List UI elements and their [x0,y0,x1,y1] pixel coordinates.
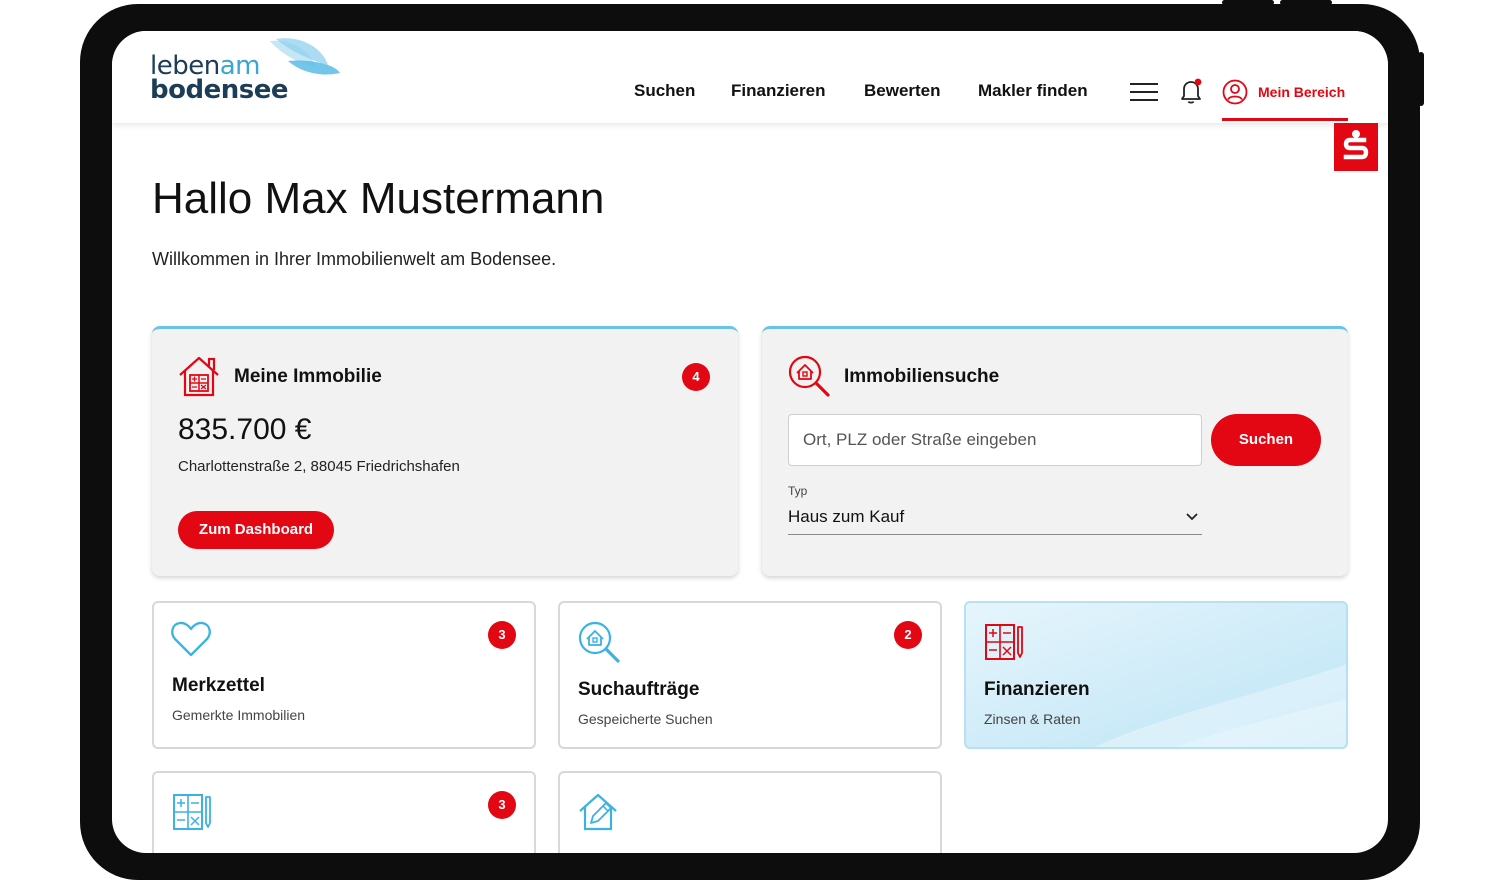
property-address: Charlottenstraße 2, 88045 Friedrichshafe… [178,458,460,475]
tile-merkzettel-title: Merkzettel [172,675,265,696]
house-calculator-icon [179,356,219,397]
account-active-underline [1222,118,1348,121]
tile-calculator-badge: 3 [488,791,516,819]
my-property-title: Meine Immobilie [234,366,382,387]
tablet-screen: lebenam bodensee Suchen Finanzieren Bewe… [112,31,1388,853]
sparkasse-s-icon[interactable] [1334,123,1378,171]
nav-item-makler-finden[interactable]: Makler finden [978,81,1088,101]
tile-calculator[interactable]: 3 [152,771,536,853]
type-label: Typ [788,484,808,498]
bell-icon[interactable] [1178,77,1204,105]
tile-house-edit[interactable] [558,771,942,853]
tile-merkzettel-subtitle: Gemerkte Immobilien [172,707,306,723]
type-select-value: Haus zum Kauf [788,507,905,526]
page-subtitle: Willkommen in Ihrer Immobilienwelt am Bo… [152,249,557,269]
sparkasse-logo-glyph [1343,130,1369,160]
tile-suchauftraege-subtitle: Gespeicherte Suchen [578,711,713,727]
heart-icon [171,621,211,657]
site-header: lebenam bodensee Suchen Finanzieren Bewe… [112,31,1388,123]
house-edit-icon [579,793,617,831]
logo-text-line2: bodensee [150,75,288,105]
tile-suchauftraege-badge: 2 [894,621,922,649]
hamburger-icon[interactable] [1130,81,1158,103]
tile-finanzieren-subtitle: Zinsen & Raten [984,711,1081,727]
calculator-icon [173,794,211,830]
search-button[interactable]: Suchen [1211,414,1321,466]
dashboard-button[interactable]: Zum Dashboard [178,511,334,549]
tile-merkzettel[interactable]: 3 Merkzettel Gemerkte Immobilien [152,601,536,749]
house-search-icon [578,621,620,663]
my-property-card: Meine Immobilie 4 835.700 € Charlottenst… [152,326,738,576]
my-property-badge: 4 [682,363,710,391]
property-search-card: Immobiliensuche Suchen Typ Haus zum Kauf [762,326,1348,576]
tile-merkzettel-badge: 3 [488,621,516,649]
search-input[interactable] [788,414,1202,466]
nav-item-suchen[interactable]: Suchen [634,81,695,101]
property-search-title: Immobiliensuche [844,366,1000,387]
house-search-icon [788,355,830,397]
site-logo[interactable]: lebenam bodensee [150,37,340,105]
tile-suchauftraege[interactable]: 2 Suchaufträge Gespeicherte Suchen [558,601,942,749]
nav-item-finanzieren[interactable]: Finanzieren [731,81,825,101]
tile-finanzieren[interactable]: Finanzieren Zinsen & Raten [964,601,1348,749]
account-label: Mein Bereich [1258,84,1346,100]
tile-finanzieren-title: Finanzieren [984,679,1090,700]
property-price: 835.700 € [178,413,312,446]
calculator-icon [985,624,1023,660]
page-title: Hallo Max Mustermann [152,174,605,223]
nav-item-bewerten[interactable]: Bewerten [864,81,941,101]
user-circle-icon [1222,79,1248,105]
type-select[interactable]: Haus zum Kauf [788,503,1202,535]
chevron-down-icon [1186,513,1198,521]
tile-suchauftraege-title: Suchaufträge [578,679,700,700]
